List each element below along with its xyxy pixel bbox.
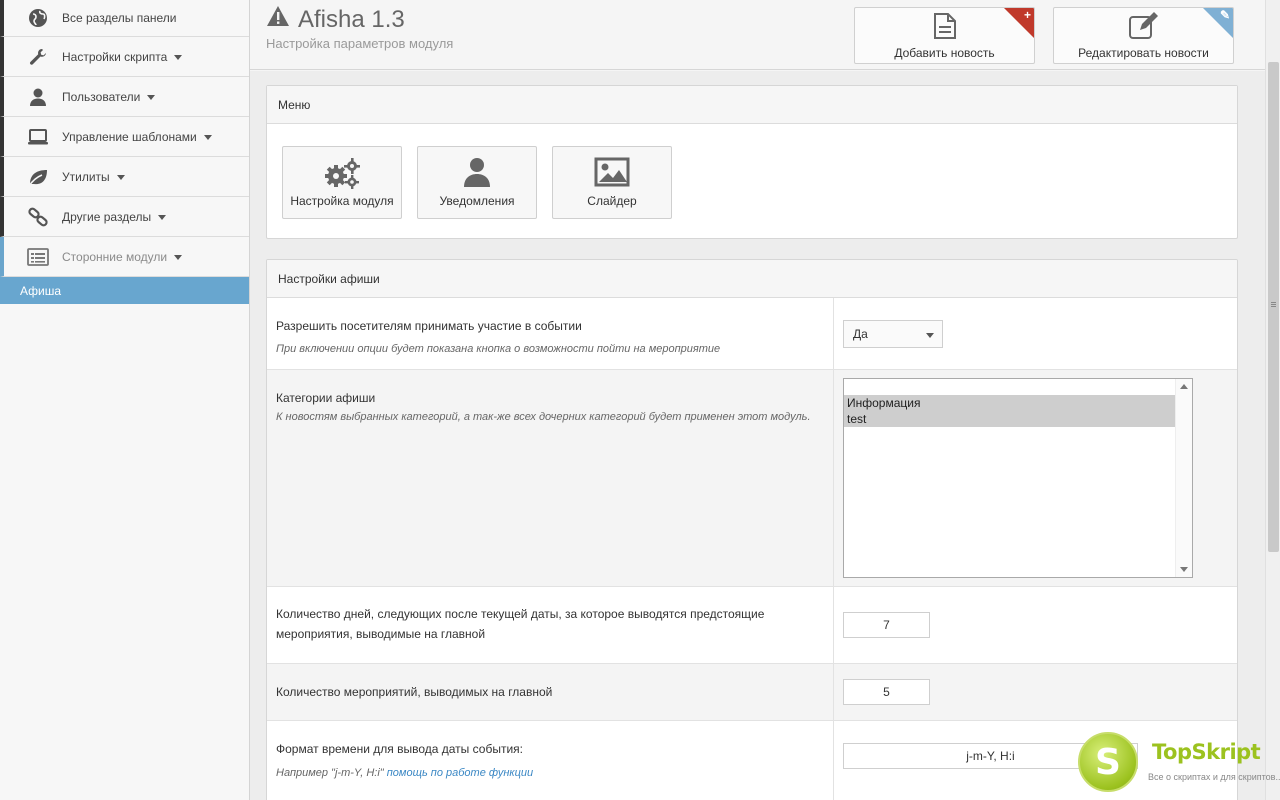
scrollbar-thumb[interactable] bbox=[1268, 62, 1279, 552]
menu-panel-title: Меню bbox=[267, 86, 1237, 124]
listbox-scrollbar[interactable] bbox=[1175, 379, 1192, 577]
category-option[interactable]: test bbox=[844, 411, 1175, 427]
setting-control-cell bbox=[834, 587, 1237, 663]
setting-control-cell: Информация test bbox=[834, 370, 1237, 586]
sidebar: Все разделы панели Настройки скрипта Пол… bbox=[0, 0, 250, 800]
grip-icon bbox=[1271, 302, 1276, 303]
notifications-button[interactable]: Уведомления bbox=[417, 146, 537, 219]
setting-label: Количество мероприятий, выводимых на гла… bbox=[276, 685, 553, 699]
sidebar-item-third-party-modules[interactable]: Сторонние модули bbox=[0, 237, 249, 277]
settings-panel-title: Настройки афиши bbox=[267, 260, 1237, 298]
globe-icon bbox=[26, 7, 50, 29]
sidebar-item-label: Сторонние модули bbox=[62, 249, 168, 264]
add-news-button[interactable]: + Добавить новость bbox=[854, 7, 1035, 64]
edit-icon bbox=[1128, 12, 1160, 43]
sidebar-item-label: Утилиты bbox=[62, 169, 110, 184]
setting-label-cell: Категории афиши К новостям выбранных кат… bbox=[267, 370, 834, 586]
wrench-icon bbox=[26, 46, 50, 68]
count-input[interactable] bbox=[843, 679, 930, 705]
participation-select[interactable]: Да bbox=[843, 320, 943, 348]
setting-control-cell bbox=[834, 664, 1237, 720]
hint-text: Например "j-m-Y, H:i" bbox=[276, 767, 387, 779]
gears-icon bbox=[323, 157, 361, 192]
caret-down-icon bbox=[174, 255, 183, 260]
sidebar-item-other-sections[interactable]: Другие разделы bbox=[0, 197, 249, 237]
setting-control-cell: Да bbox=[834, 298, 1237, 369]
option-list: Информация test bbox=[844, 395, 1175, 427]
sidebar-item-label: Все разделы панели bbox=[62, 11, 177, 25]
menu-panel: Меню Настройка модуля Уведомления Слайде… bbox=[266, 85, 1238, 239]
caret-down-icon bbox=[174, 55, 183, 60]
setting-label-cell: Количество дней, следующих после текущей… bbox=[267, 587, 834, 663]
pencil-icon: ✎ bbox=[1219, 8, 1230, 22]
module-settings-button[interactable]: Настройка модуля bbox=[282, 146, 402, 219]
page-title-text: Afisha 1.3 bbox=[298, 5, 405, 33]
page-header: Afisha 1.3 Настройка параметров модуля +… bbox=[250, 0, 1265, 70]
setting-label-cell: Разрешить посетителям принимать участие … bbox=[267, 298, 834, 369]
user-icon bbox=[463, 157, 491, 190]
setting-hint: При включении опции будет показана кнопк… bbox=[276, 343, 721, 355]
list-icon bbox=[26, 246, 50, 268]
setting-label: Формат времени для вывода даты события: bbox=[276, 742, 523, 756]
setting-label: Категории афиши bbox=[276, 391, 376, 405]
logo-tagline: Все о скриптах и для скриптов... bbox=[1148, 772, 1280, 782]
watermark-logo: S TopSkript Все о скриптах и для скрипто… bbox=[1078, 732, 1280, 794]
setting-row-days: Количество дней, следующих после текущей… bbox=[267, 587, 1237, 664]
slider-button[interactable]: Слайдер bbox=[552, 146, 672, 219]
sidebar-item-label: Настройки скрипта bbox=[62, 49, 168, 64]
page-scrollbar[interactable] bbox=[1265, 0, 1280, 800]
user-icon bbox=[26, 86, 50, 108]
main-content: Меню Настройка модуля Уведомления Слайде… bbox=[250, 71, 1265, 800]
page-subtitle: Настройка параметров модуля bbox=[266, 36, 454, 51]
categories-multiselect[interactable]: Информация test bbox=[843, 378, 1193, 578]
image-icon bbox=[594, 157, 630, 190]
add-news-label: Добавить новость bbox=[894, 46, 995, 60]
module-settings-label: Настройка модуля bbox=[290, 194, 394, 208]
setting-label: Количество дней, следующих после текущей… bbox=[276, 607, 765, 641]
logo-badge: S bbox=[1078, 732, 1138, 792]
sidebar-item-templates[interactable]: Управление шаблонами bbox=[0, 117, 249, 157]
caret-down-icon bbox=[116, 175, 125, 180]
laptop-icon bbox=[26, 126, 50, 148]
settings-panel: Настройки афиши Разрешить посетителям пр… bbox=[266, 259, 1238, 800]
warning-icon bbox=[266, 5, 290, 34]
setting-hint: К новостям выбранных категорий, а так-же… bbox=[276, 411, 811, 423]
edit-news-button[interactable]: ✎ Редактировать новости bbox=[1053, 7, 1234, 64]
sidebar-item-users[interactable]: Пользователи bbox=[0, 77, 249, 117]
setting-label-cell: Количество мероприятий, выводимых на гла… bbox=[267, 664, 834, 720]
slider-label: Слайдер bbox=[587, 194, 637, 208]
setting-hint: Например "j-m-Y, H:i" помощь по работе ф… bbox=[276, 767, 824, 779]
sidebar-item-label: Управление шаблонами bbox=[62, 129, 197, 144]
sidebar-item-label: Другие разделы bbox=[62, 209, 152, 224]
link-icon bbox=[26, 206, 50, 228]
leaf-icon bbox=[26, 166, 50, 188]
setting-row-categories: Категории афиши К новостям выбранных кат… bbox=[267, 370, 1237, 587]
page-title: Afisha 1.3 bbox=[266, 5, 453, 34]
scroll-down-icon[interactable] bbox=[1180, 567, 1188, 572]
caret-down-icon bbox=[203, 135, 212, 140]
notifications-label: Уведомления bbox=[439, 194, 515, 208]
logo-brand-text: TopSkript bbox=[1152, 740, 1261, 764]
sidebar-item-all-sections[interactable]: Все разделы панели bbox=[0, 0, 249, 37]
caret-down-icon bbox=[147, 95, 156, 100]
edit-news-label: Редактировать новости bbox=[1078, 46, 1209, 60]
setting-label-cell: Формат времени для вывода даты события: … bbox=[267, 721, 834, 800]
scroll-up-icon[interactable] bbox=[1180, 384, 1188, 389]
setting-row-count: Количество мероприятий, выводимых на гла… bbox=[267, 664, 1237, 721]
sidebar-item-utilities[interactable]: Утилиты bbox=[0, 157, 249, 197]
setting-label: Разрешить посетителям принимать участие … bbox=[276, 319, 582, 333]
select-value: Да bbox=[853, 327, 868, 341]
sidebar-item-label: Пользователи bbox=[62, 89, 141, 104]
sidebar-subitem-afisha[interactable]: Афиша bbox=[0, 277, 249, 304]
days-input[interactable] bbox=[843, 612, 930, 638]
plus-icon: + bbox=[1023, 8, 1031, 22]
title-block: Afisha 1.3 Настройка параметров модуля bbox=[266, 5, 454, 52]
sidebar-item-script-settings[interactable]: Настройки скрипта bbox=[0, 37, 249, 77]
setting-row-participation: Разрешить посетителям принимать участие … bbox=[267, 298, 1237, 370]
chevron-down-icon bbox=[926, 333, 934, 338]
help-link[interactable]: помощь по работе функции bbox=[387, 767, 533, 779]
file-icon bbox=[933, 12, 957, 43]
category-option[interactable]: Информация bbox=[844, 395, 1175, 411]
caret-down-icon bbox=[158, 215, 167, 220]
